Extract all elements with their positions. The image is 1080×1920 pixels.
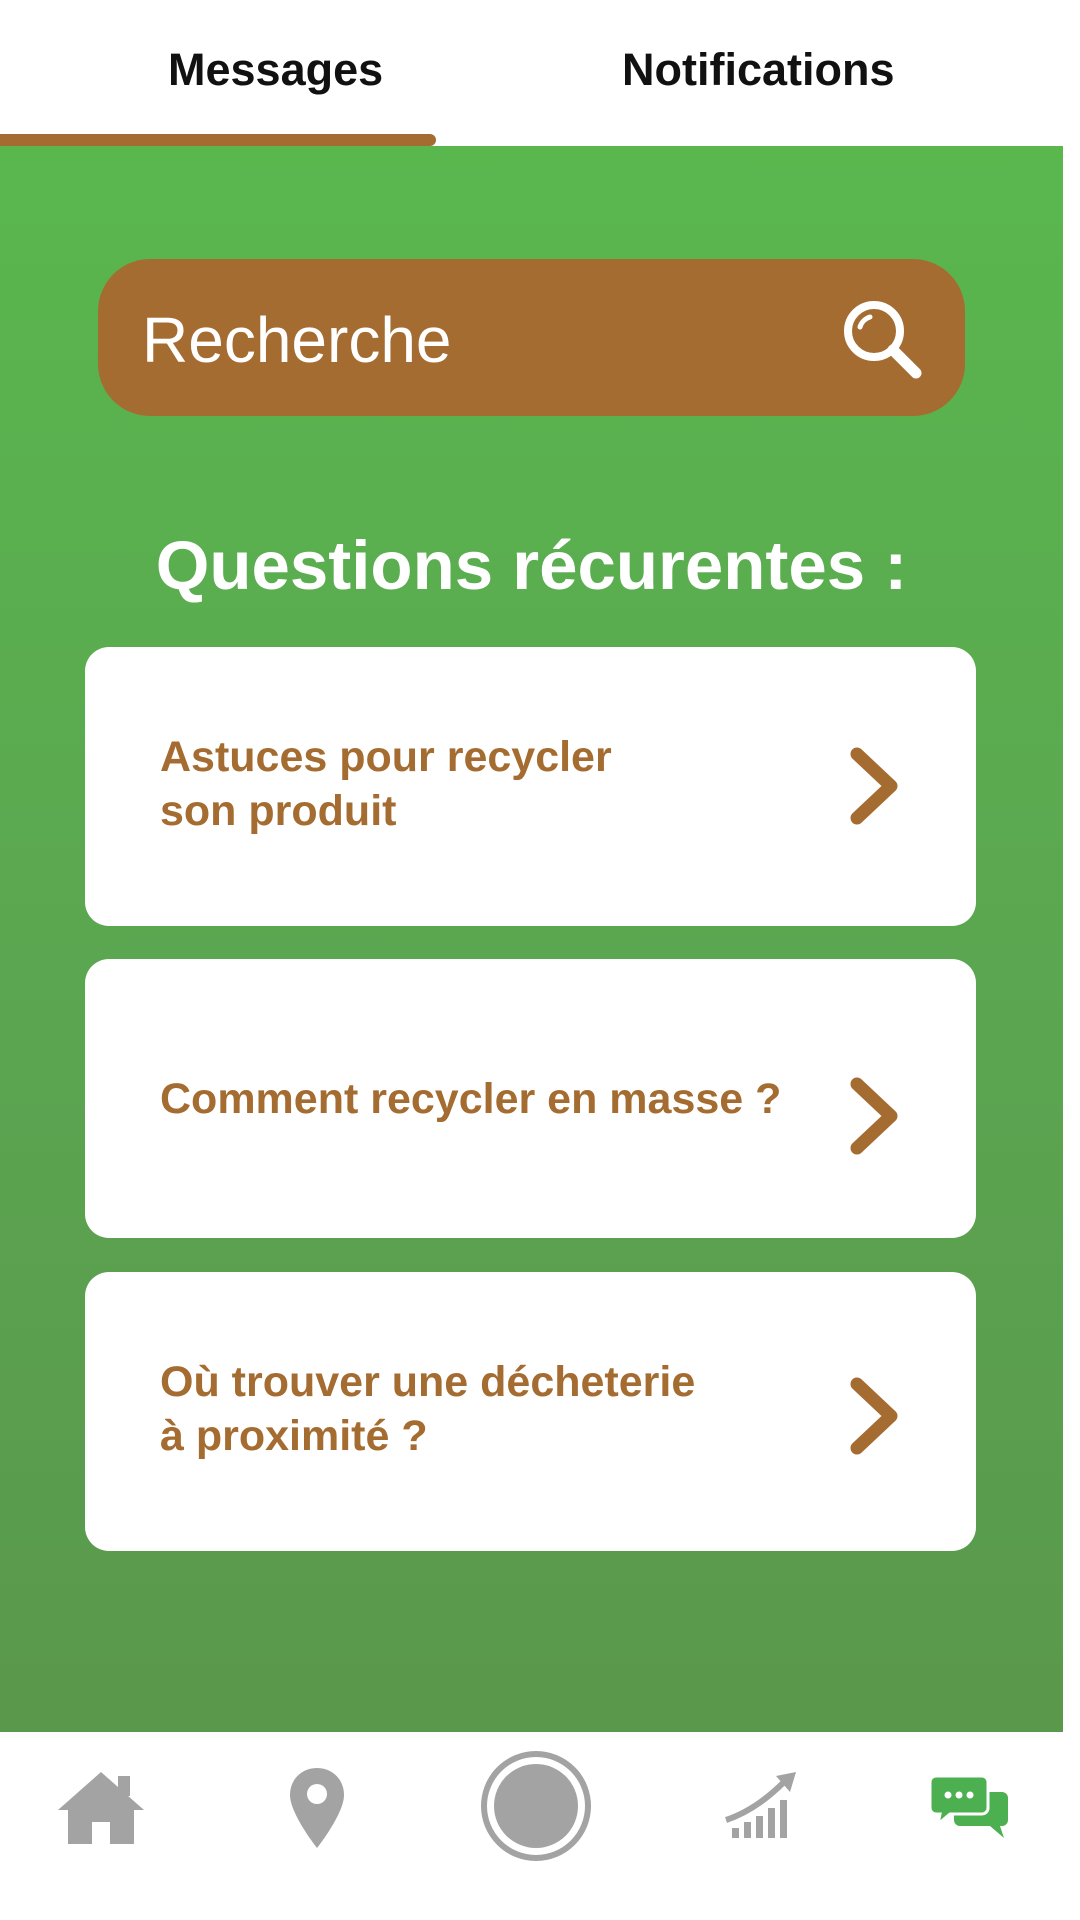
chevron-right-icon [850,1077,898,1155]
camera-capture-icon[interactable] [480,1750,592,1862]
growth-chart-icon[interactable] [724,1770,800,1842]
tab-messages[interactable]: Messages [168,44,383,96]
tab-notifications[interactable]: Notifications [622,44,895,96]
chat-icon[interactable] [930,1774,1010,1840]
active-tab-indicator [0,134,436,146]
search-placeholder: Recherche [142,304,452,376]
section-title: Questions récurentes : [155,527,908,604]
search-icon[interactable] [840,297,924,381]
question-label: Comment recycler en masse ? [160,1075,782,1123]
question-card-recycle-tips[interactable]: Astuces pour recycler son produit [85,647,976,926]
question-card-find-recycling-center[interactable]: Où trouver une décheterie à proximité ? [85,1272,976,1551]
home-icon[interactable] [54,1768,148,1848]
chevron-right-icon [850,1377,898,1455]
main-content: Recherche Questions récurentes : Astuces… [0,146,1063,1732]
location-pin-icon[interactable] [288,1766,346,1850]
search-bar[interactable]: Recherche [98,259,965,416]
question-card-bulk-recycle[interactable]: Comment recycler en masse ? [85,959,976,1238]
question-label: Où trouver une décheterie à proximité ? [160,1358,696,1460]
chevron-right-icon [850,747,898,825]
tab-bar: Messages Notifications [0,0,1080,146]
bottom-nav [0,1732,1080,1920]
question-label: Astuces pour recycler son produit [160,733,612,835]
